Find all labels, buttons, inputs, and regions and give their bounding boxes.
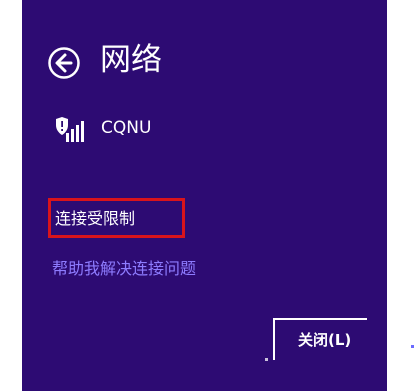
connection-status-text: 连接受限制	[55, 209, 136, 228]
network-name: CQNU	[101, 118, 152, 138]
wifi-signal-shield-icon	[55, 114, 89, 144]
page-title: 网络	[100, 42, 162, 78]
wifi-signal-shield-icon	[56, 117, 84, 142]
decorative-dot	[265, 358, 268, 361]
close-button-label: 关闭(L)	[298, 331, 352, 349]
decorative-dot	[411, 345, 414, 348]
background-strip	[387, 0, 418, 391]
back-button[interactable]	[48, 47, 80, 79]
arrow-left-circle-icon	[48, 47, 80, 79]
troubleshoot-link[interactable]: 帮助我解决连接问题	[52, 258, 196, 280]
